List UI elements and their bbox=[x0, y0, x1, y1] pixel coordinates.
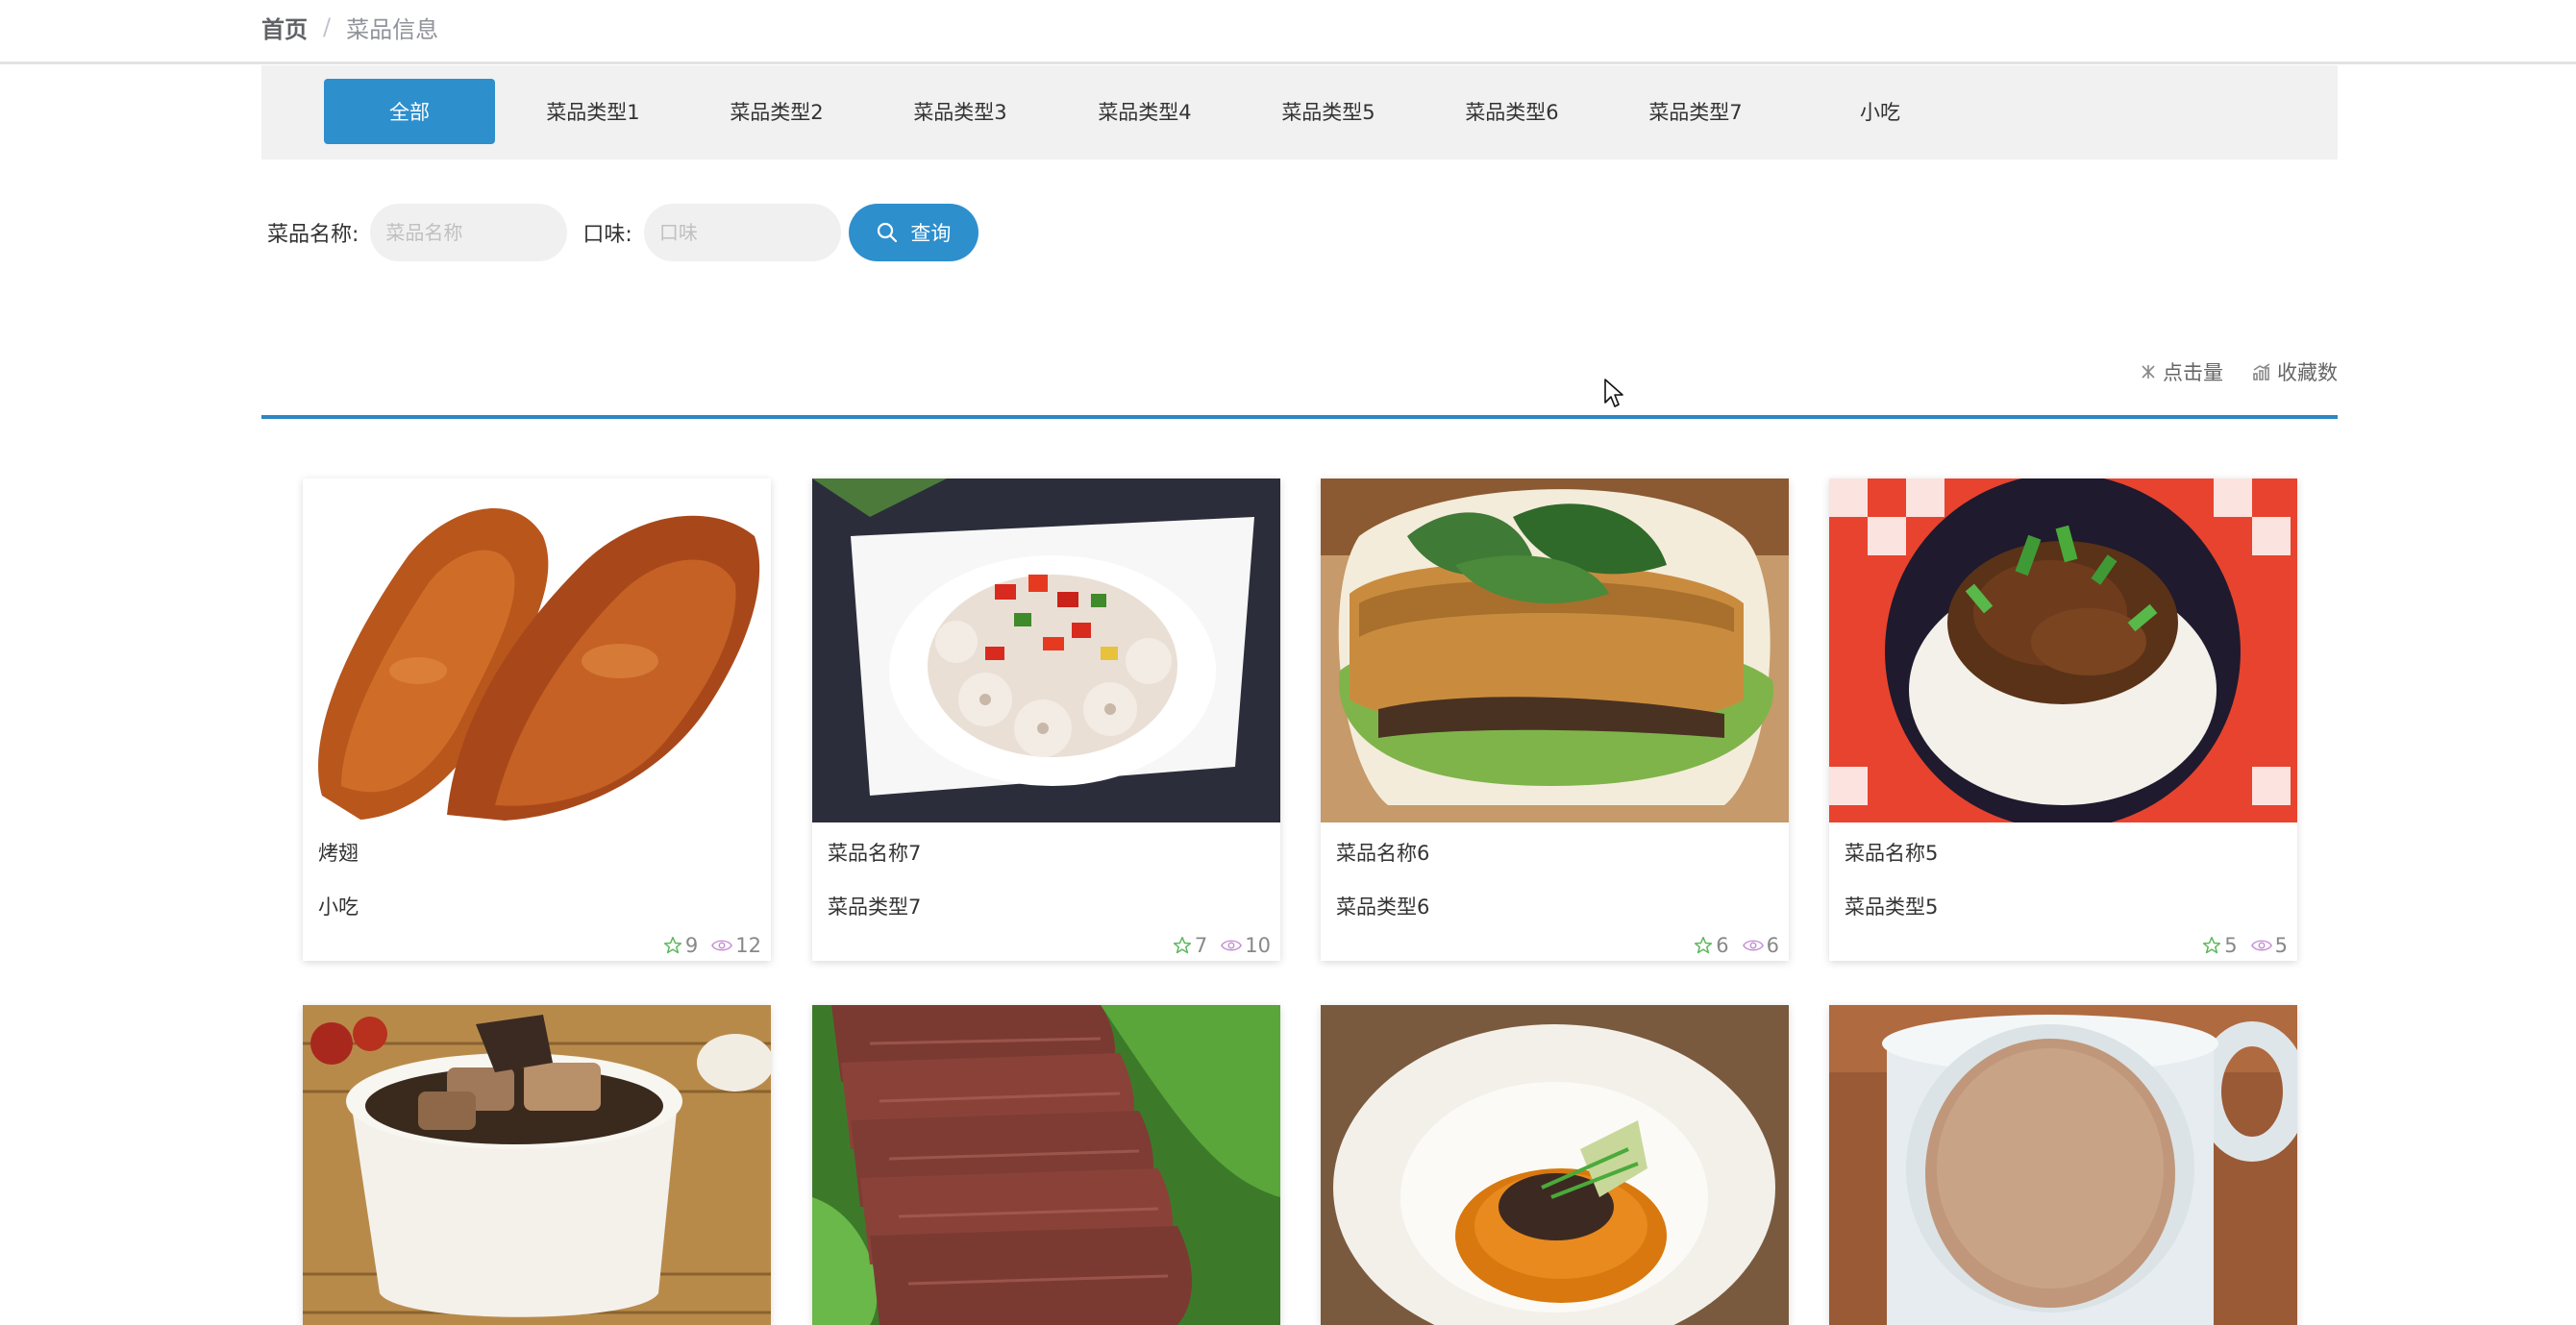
category-tab-snacks[interactable]: 小吃 bbox=[1795, 79, 1966, 144]
dish-image bbox=[1321, 478, 1789, 822]
breadcrumb-separator: / bbox=[323, 13, 332, 40]
sort-by-favorites[interactable]: 收藏数 bbox=[2252, 357, 2338, 386]
sort-favorites-label: 收藏数 bbox=[2277, 361, 2338, 384]
dish-type: 菜品类型6 bbox=[1336, 896, 1430, 919]
dish-image bbox=[303, 478, 771, 822]
dish-stats: 6 6 bbox=[1680, 934, 1779, 957]
sort-clicks-label: 点击量 bbox=[2163, 361, 2223, 384]
eye-icon bbox=[2250, 940, 2272, 951]
dish-name-label: 菜品名称: bbox=[267, 223, 359, 247]
favorite-count: 5 bbox=[2202, 934, 2238, 957]
dish-type: 菜品类型5 bbox=[1845, 896, 1939, 919]
dish-image bbox=[812, 478, 1280, 822]
dish-card[interactable]: 菜品名称6 菜品类型6 6 6 bbox=[1321, 478, 1789, 961]
eye-icon bbox=[711, 940, 733, 951]
view-count: 12 bbox=[711, 934, 761, 957]
sort-options: 点击量 收藏数 bbox=[2111, 357, 2338, 386]
dish-card[interactable]: 菜品名称5 菜品类型5 5 5 bbox=[1829, 478, 2297, 961]
category-bar: 全部 菜品类型1 菜品类型2 菜品类型3 菜品类型4 菜品类型5 菜品类型6 菜… bbox=[261, 65, 2338, 159]
category-tab-2[interactable]: 菜品类型2 bbox=[691, 79, 862, 144]
dish-stats: 7 10 bbox=[1159, 934, 1271, 957]
dish-stats: 5 5 bbox=[2189, 934, 2288, 957]
dish-image bbox=[1321, 1005, 1789, 1325]
mouse-cursor-icon bbox=[1604, 379, 1623, 407]
taste-label: 口味: bbox=[582, 223, 632, 247]
favorite-count: 6 bbox=[1694, 934, 1729, 957]
breadcrumb: 首页 / 菜品信息 bbox=[261, 10, 438, 44]
breadcrumb-home[interactable]: 首页 bbox=[261, 11, 308, 44]
sort-clicks-icon bbox=[2142, 365, 2155, 379]
chart-icon bbox=[2253, 363, 2270, 380]
star-icon bbox=[1173, 936, 1191, 954]
dish-image bbox=[303, 1005, 771, 1325]
dish-card[interactable] bbox=[303, 1005, 771, 1325]
search-button[interactable]: 查询 bbox=[848, 204, 978, 261]
breadcrumb-current: 菜品信息 bbox=[346, 15, 439, 43]
star-icon bbox=[2203, 936, 2221, 954]
search-form: 菜品名称: 口味: 查询 bbox=[267, 204, 978, 261]
dish-name: 菜品名称5 bbox=[1845, 842, 1939, 865]
favorite-count: 9 bbox=[663, 934, 698, 957]
dish-name: 菜品名称7 bbox=[828, 842, 922, 865]
dish-type: 小吃 bbox=[318, 896, 359, 919]
category-tab-1[interactable]: 菜品类型1 bbox=[508, 79, 679, 144]
section-divider bbox=[261, 415, 2338, 419]
dish-type: 菜品类型7 bbox=[828, 896, 922, 919]
search-button-label: 查询 bbox=[910, 222, 952, 245]
search-icon bbox=[878, 222, 898, 243]
dish-image bbox=[812, 1005, 1280, 1325]
category-tab-4[interactable]: 菜品类型4 bbox=[1059, 79, 1230, 144]
category-tab-all[interactable]: 全部 bbox=[324, 79, 495, 144]
header-divider bbox=[0, 61, 2576, 64]
dish-card[interactable]: 菜品名称7 菜品类型7 7 10 bbox=[812, 478, 1280, 961]
view-count: 10 bbox=[1221, 934, 1271, 957]
taste-input[interactable] bbox=[643, 204, 841, 261]
dish-name: 烤翅 bbox=[318, 842, 359, 865]
category-tab-5[interactable]: 菜品类型5 bbox=[1243, 79, 1414, 144]
dish-card[interactable] bbox=[812, 1005, 1280, 1325]
view-count: 6 bbox=[1742, 934, 1779, 957]
eye-icon bbox=[1221, 940, 1243, 951]
favorite-count: 7 bbox=[1173, 934, 1207, 957]
dish-card[interactable] bbox=[1321, 1005, 1789, 1325]
star-icon bbox=[663, 936, 681, 954]
dish-image bbox=[1829, 1005, 2297, 1325]
category-tab-3[interactable]: 菜品类型3 bbox=[875, 79, 1046, 144]
category-tab-7[interactable]: 菜品类型7 bbox=[1610, 79, 1781, 144]
dish-name: 菜品名称6 bbox=[1336, 842, 1430, 865]
dish-card[interactable] bbox=[1829, 1005, 2297, 1325]
eye-icon bbox=[1742, 940, 1764, 951]
dish-name-input[interactable] bbox=[370, 204, 568, 261]
dish-card[interactable]: 烤翅 小吃 9 12 bbox=[303, 478, 771, 961]
sort-by-clicks[interactable]: 点击量 bbox=[2140, 357, 2223, 386]
category-tab-6[interactable]: 菜品类型6 bbox=[1426, 79, 1598, 144]
dish-stats: 9 12 bbox=[650, 934, 761, 957]
view-count: 5 bbox=[2250, 934, 2288, 957]
dish-image bbox=[1829, 478, 2297, 822]
star-icon bbox=[1695, 936, 1713, 954]
